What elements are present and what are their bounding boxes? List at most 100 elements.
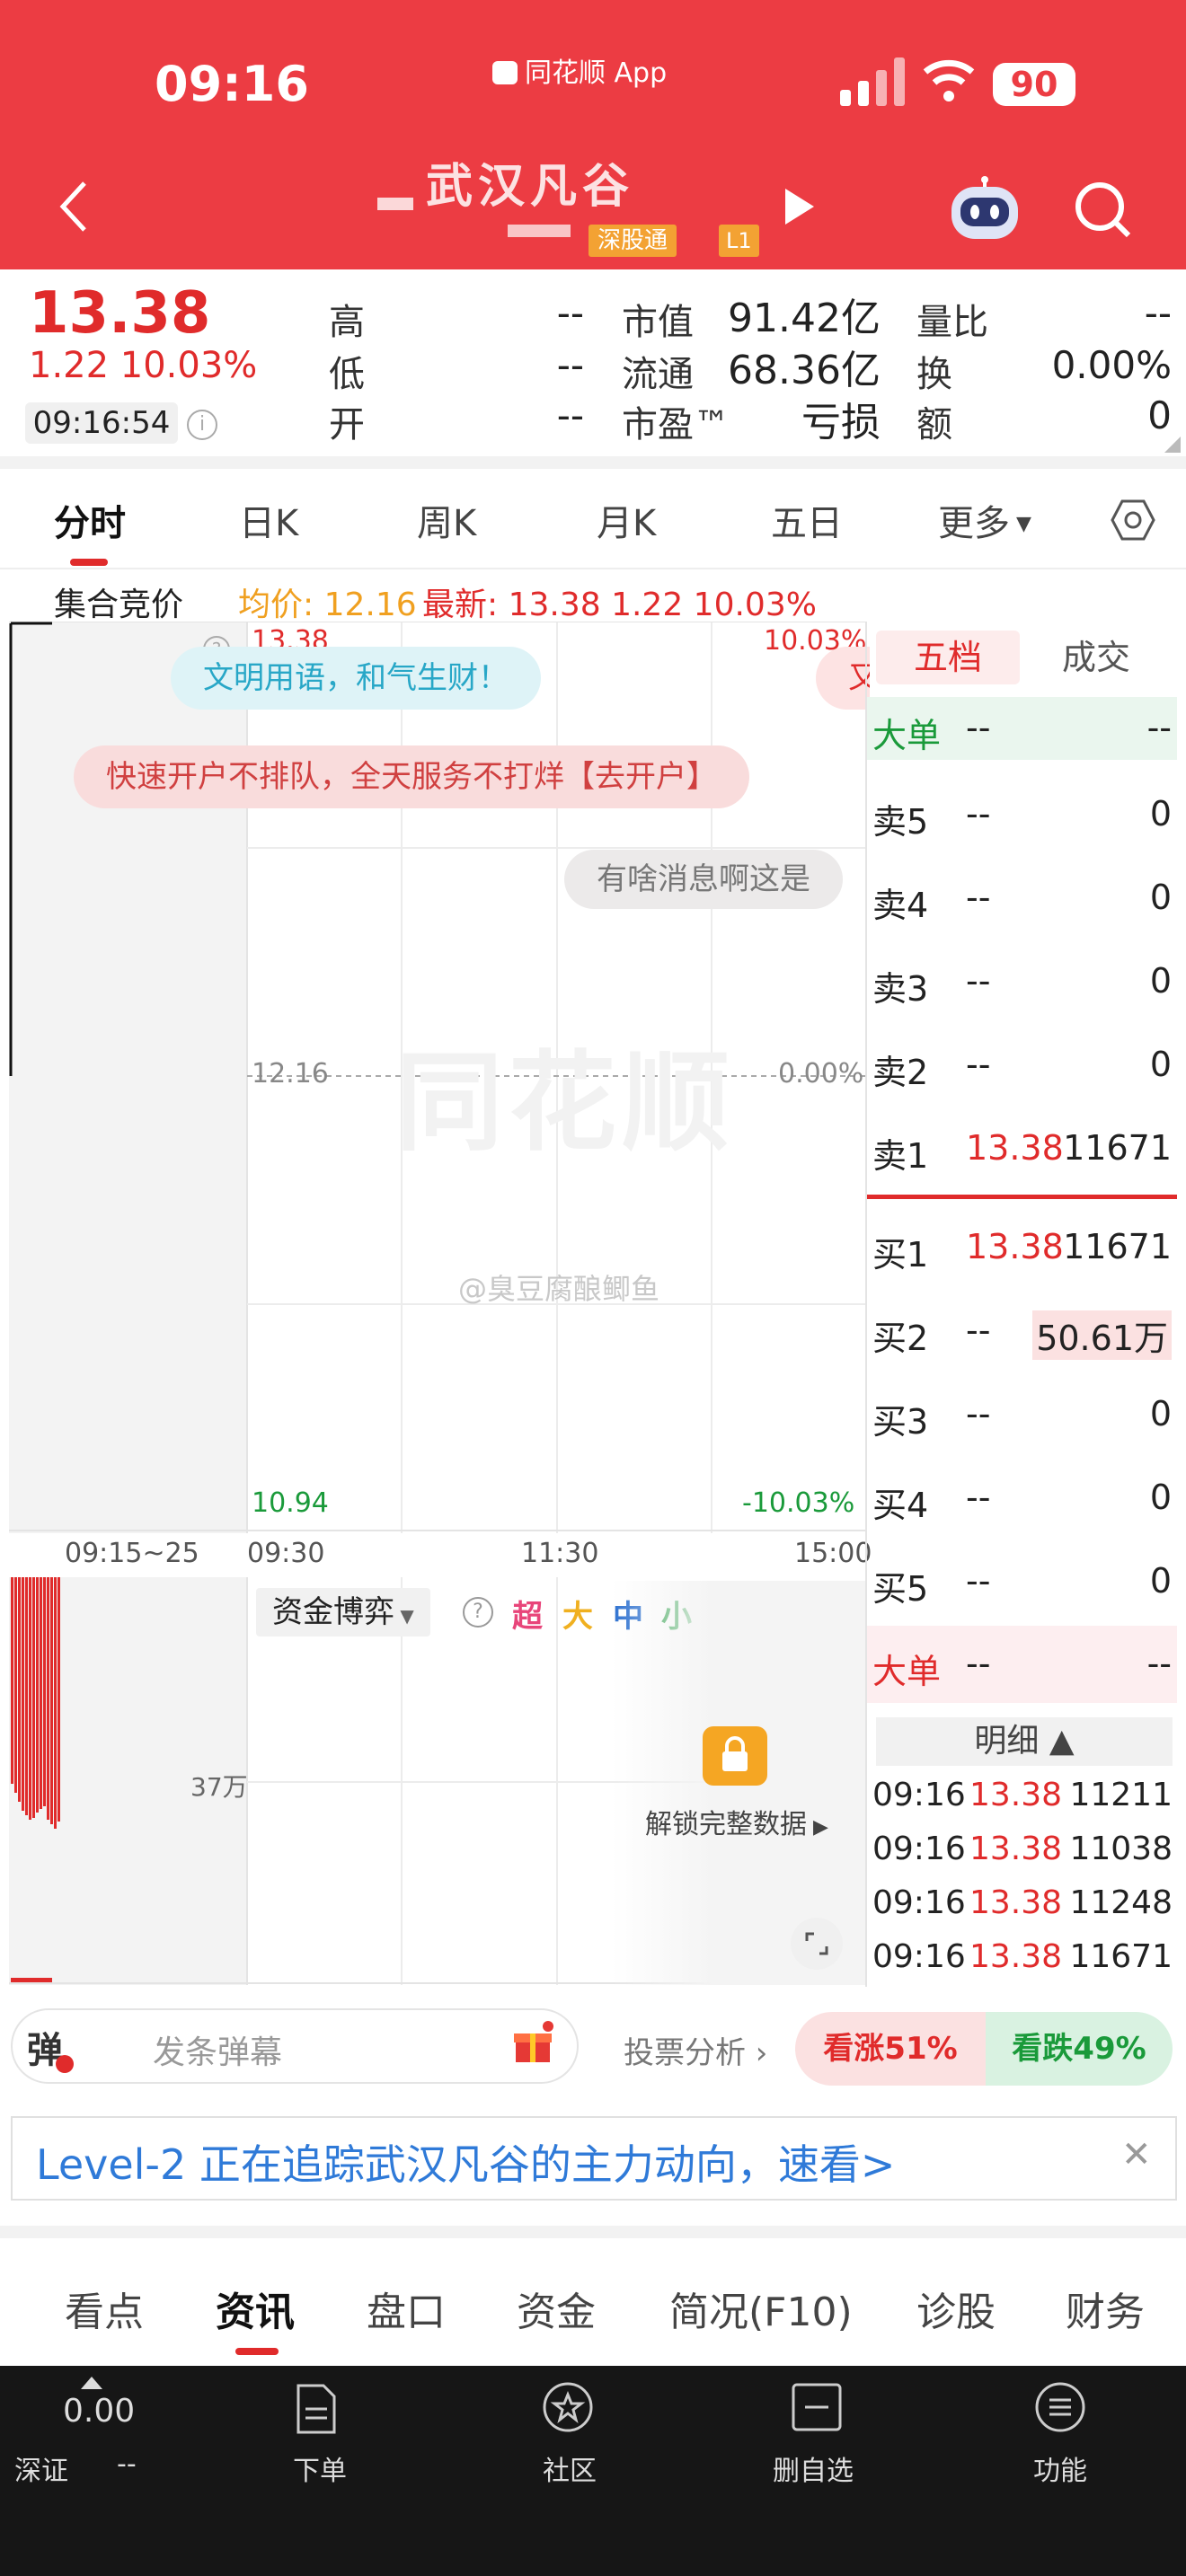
index-name[interactable]: 深证 bbox=[14, 2448, 68, 2488]
danmu-placeholder[interactable]: 发条弹幕 bbox=[153, 2026, 282, 2073]
close-icon[interactable]: ✕ bbox=[1121, 2134, 1152, 2175]
help-icon[interactable]: ? bbox=[463, 1597, 493, 1628]
watermark-logo: 同花顺 bbox=[395, 1041, 735, 1166]
latest-price: 最新: 13.38 1.22 10.03% bbox=[422, 587, 817, 623]
function-label[interactable]: 功能 bbox=[1033, 2448, 1087, 2488]
unlock-data-link[interactable]: 解锁完整数据 ▶ bbox=[645, 1802, 828, 1841]
vote-bullish-button[interactable]: 看涨51% bbox=[795, 2012, 986, 2086]
fullscreen-icon[interactable] bbox=[791, 1918, 843, 1970]
ask-vol: 0 bbox=[1149, 794, 1172, 834]
tab-more-label: 更多 bbox=[938, 503, 1010, 544]
tick-price: 13.38 bbox=[969, 1938, 1063, 1975]
bid-vol: 0 bbox=[1149, 1478, 1172, 1517]
chart-bottom-pct: -10.03% bbox=[742, 1487, 855, 1519]
ask-row-3: 卖3 -- 0 bbox=[867, 954, 1177, 1009]
quote-value-high: -- bbox=[556, 291, 584, 335]
back-arrow-icon[interactable] bbox=[56, 180, 92, 234]
tab-monthly-k[interactable]: 月K bbox=[597, 494, 656, 546]
bid-vol: 0 bbox=[1149, 1561, 1172, 1601]
bid-ask-divider bbox=[867, 1195, 1177, 1199]
tab-capital[interactable]: 资金 bbox=[517, 2280, 596, 2337]
ask-vol: 11671 bbox=[1063, 1128, 1172, 1168]
lock-icon[interactable] bbox=[703, 1726, 767, 1786]
bid-price: -- bbox=[966, 1561, 991, 1601]
remove-watchlist-label[interactable]: 删自选 bbox=[773, 2448, 854, 2488]
index-value[interactable]: 0.00 bbox=[63, 2393, 135, 2430]
quote-value-float: 68.36亿 bbox=[728, 348, 881, 393]
quote-time: 09:16:54 bbox=[25, 402, 178, 444]
danmu-bubble: 文明用语，和气生财！ bbox=[171, 647, 541, 710]
expand-quote-icon[interactable] bbox=[1164, 437, 1181, 453]
tick-time: 09:16 bbox=[872, 1884, 966, 1921]
big-buy-vol: -- bbox=[1146, 1644, 1172, 1683]
tick-vol: 11248 bbox=[1069, 1884, 1173, 1921]
danmu-input-box[interactable] bbox=[11, 2008, 579, 2084]
trade-detail-toggle[interactable]: 明细 ▲ bbox=[876, 1717, 1173, 1766]
active-tab-indicator bbox=[70, 559, 108, 566]
volume-bar bbox=[47, 1577, 49, 1820]
next-stock-icon[interactable] bbox=[782, 187, 818, 226]
community-label[interactable]: 社区 bbox=[543, 2448, 597, 2488]
order-icon[interactable] bbox=[293, 2382, 340, 2436]
level2-banner-text[interactable]: Level-2 正在追踪武汉凡谷的主力动向，速看> bbox=[36, 2132, 895, 2192]
quote-value-amount: 0 bbox=[1147, 393, 1172, 437]
bid-vol: 0 bbox=[1149, 1394, 1172, 1434]
community-icon[interactable] bbox=[541, 2380, 595, 2434]
tick-time: 09:16 bbox=[872, 1831, 966, 1867]
open-account-bubble[interactable]: 快速开户不排队，全天服务不打烊【去开户】 bbox=[74, 745, 749, 808]
tab-intraday[interactable]: 分时 bbox=[54, 494, 126, 546]
tab-five-day[interactable]: 五日 bbox=[771, 494, 843, 546]
volume-bar bbox=[32, 1577, 35, 1818]
tab-diagnosis[interactable]: 诊股 bbox=[916, 2280, 996, 2337]
ask-label: 卖4 bbox=[872, 886, 929, 925]
fund-game-dropdown[interactable]: 资金博弈 ▼ bbox=[256, 1588, 430, 1636]
chevron-right-icon: › bbox=[746, 2035, 768, 2071]
vote-analysis-link[interactable]: 投票分析 › bbox=[624, 2028, 767, 2072]
menu-icon[interactable] bbox=[1033, 2380, 1087, 2434]
order-book: 五档 成交 大单 -- -- 卖5 -- 0 卖4 -- 0 卖3 -- 0 卖2 -- 0 卖… bbox=[867, 622, 1177, 1987]
tab-f10[interactable]: 简况(F10) bbox=[669, 2280, 853, 2337]
volume-bar bbox=[36, 1577, 39, 1813]
tab-five-levels[interactable]: 五档 bbox=[876, 631, 1020, 684]
quote-label-low: 低 bbox=[329, 354, 365, 395]
stock-name: 武汉凡谷 bbox=[425, 160, 634, 214]
volume-bar bbox=[50, 1577, 53, 1824]
settings-hexagon-icon[interactable] bbox=[1111, 498, 1155, 543]
chart-mid-price: 12.16 bbox=[252, 1058, 329, 1090]
signal-icon bbox=[840, 56, 905, 106]
bid-row-3: 买3 -- 0 bbox=[867, 1387, 1177, 1442]
remove-watchlist-icon[interactable] bbox=[791, 2382, 843, 2432]
bid-label: 买5 bbox=[872, 1569, 929, 1609]
tab-trades[interactable]: 成交 bbox=[1024, 631, 1168, 684]
exchange-badge: 深股通 bbox=[589, 225, 677, 257]
tab-finance[interactable]: 财务 bbox=[1066, 2280, 1145, 2337]
robot-assistant-icon[interactable] bbox=[948, 176, 1022, 241]
x-label: 15:00 bbox=[794, 1538, 872, 1569]
tab-news[interactable]: 资讯 bbox=[216, 2280, 295, 2337]
search-icon[interactable] bbox=[1071, 178, 1134, 241]
tab-weekly-k[interactable]: 周K bbox=[417, 494, 476, 546]
ask-price: -- bbox=[966, 794, 991, 834]
danmu-toggle-icon[interactable]: 弹 bbox=[27, 2021, 74, 2073]
ask-row-1: 卖1 13.38 11671 bbox=[867, 1121, 1177, 1176]
ask-price: -- bbox=[966, 961, 991, 1001]
tick-vol: 11038 bbox=[1069, 1831, 1173, 1867]
tick-vol: 11211 bbox=[1069, 1777, 1173, 1813]
vote-bearish-button[interactable]: 看跌49% bbox=[986, 2012, 1173, 2086]
tab-divider bbox=[0, 568, 1186, 569]
tab-more[interactable]: 更多 ▼ bbox=[938, 494, 1031, 546]
tab-order-book[interactable]: 盘口 bbox=[367, 2280, 446, 2337]
tab-daily-k[interactable]: 日K bbox=[239, 494, 298, 546]
chart-mid-pct: 0.00% bbox=[778, 1058, 864, 1090]
big-buy-label: 大单 bbox=[872, 1652, 942, 1691]
panel-divider bbox=[865, 622, 867, 1987]
gift-icon[interactable] bbox=[510, 2021, 555, 2066]
section-divider bbox=[0, 456, 1186, 469]
tab-highlights[interactable]: 看点 bbox=[65, 2280, 144, 2337]
bid-label: 买1 bbox=[872, 1235, 929, 1275]
volume-bar bbox=[25, 1577, 28, 1815]
volume-bar bbox=[40, 1577, 42, 1809]
volume-bar bbox=[11, 1577, 13, 1784]
info-icon[interactable]: i bbox=[187, 410, 217, 440]
order-label[interactable]: 下单 bbox=[293, 2448, 347, 2488]
